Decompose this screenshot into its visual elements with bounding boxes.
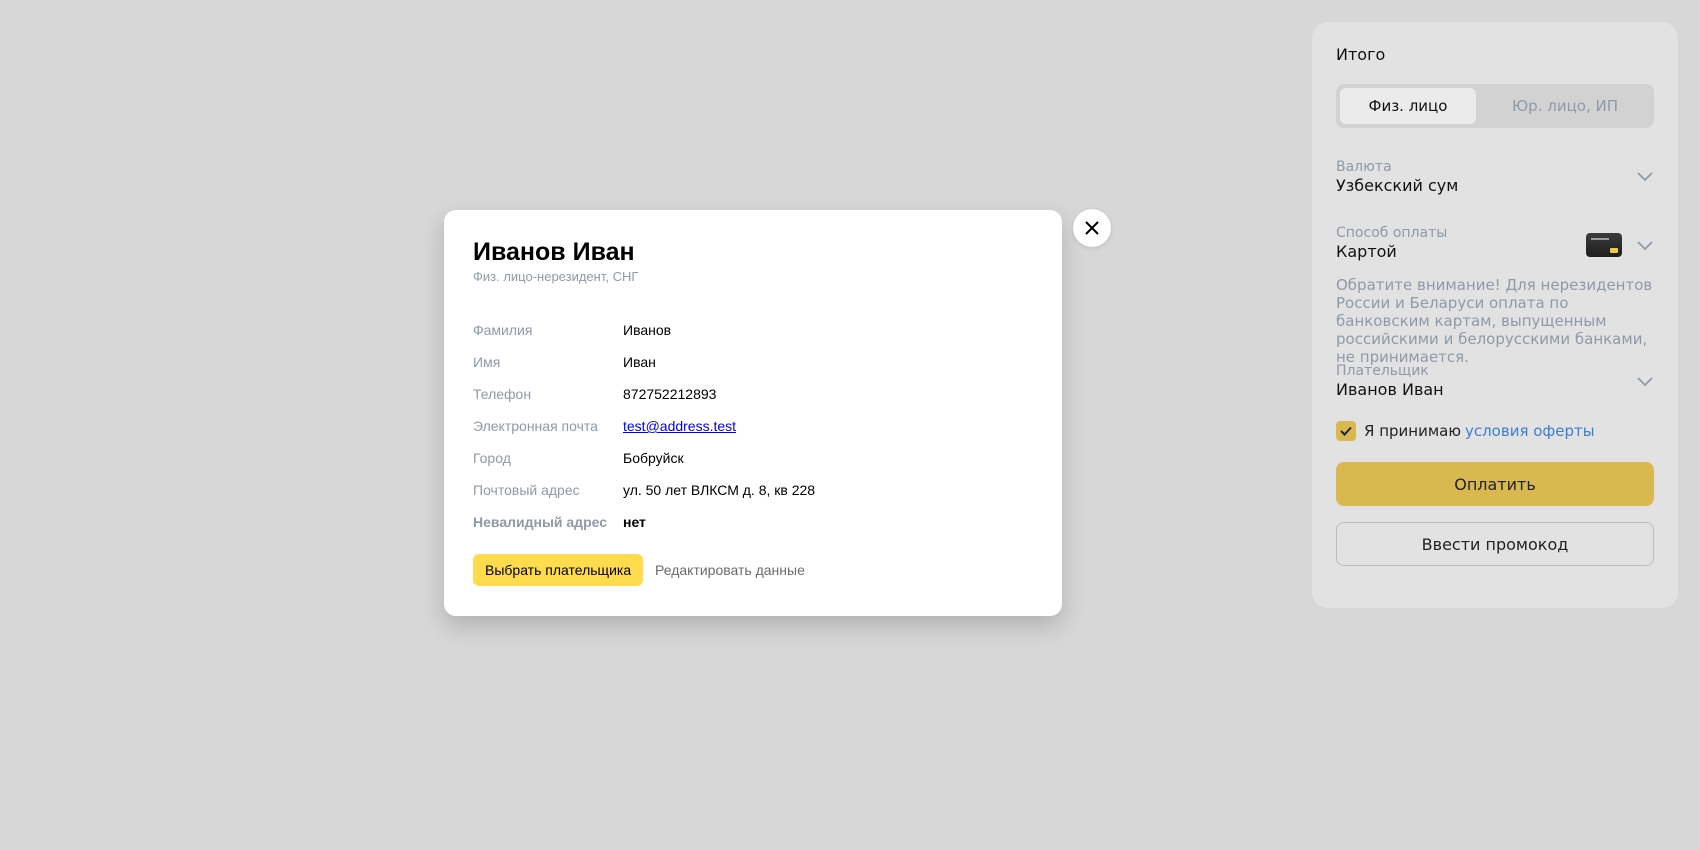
- payment-method-select[interactable]: Способ оплаты Картой: [1336, 224, 1654, 262]
- detail-label: Фамилия: [473, 322, 533, 338]
- chevron-down-icon: [1637, 241, 1653, 251]
- tab-individual[interactable]: Физ. лицо: [1340, 88, 1476, 124]
- edit-data-link[interactable]: Редактировать данные: [655, 562, 805, 578]
- detail-value: Иван: [623, 354, 656, 370]
- chevron-down-icon: [1637, 377, 1653, 387]
- currency-label: Валюта: [1336, 159, 1392, 175]
- detail-label: Невалидный адрес: [473, 514, 608, 530]
- tab-legal-entity[interactable]: Юр. лицо, ИП: [1480, 88, 1650, 124]
- chevron-down-icon: [1637, 172, 1653, 182]
- close-icon: [1085, 221, 1099, 235]
- offer-acceptance: Я принимаю условия оферты: [1336, 420, 1595, 442]
- payer-type-switch: Физ. лицо Юр. лицо, ИП: [1336, 84, 1654, 128]
- detail-label: Почтовый адрес: [473, 482, 580, 498]
- detail-value: 872752212893: [623, 386, 717, 402]
- detail-value: Иванов: [623, 322, 672, 338]
- payer-label: Плательщик: [1336, 363, 1429, 379]
- payment-notice: Обратите внимание! Для нерезидентов Росс…: [1336, 276, 1653, 366]
- payer-select[interactable]: Плательщик Иванов Иван: [1336, 362, 1654, 400]
- pay-button[interactable]: Оплатить: [1336, 462, 1654, 506]
- detail-row-invalid-address: Невалидный адрес нет: [473, 506, 815, 538]
- detail-label: Город: [473, 450, 511, 466]
- detail-row-surname: Фамилия Иванов: [473, 314, 815, 346]
- detail-value: ул. 50 лет ВЛКСМ д. 8, кв 228: [623, 482, 816, 498]
- bank-card-icon: [1586, 233, 1622, 257]
- currency-select[interactable]: Валюта Узбекский сум: [1336, 158, 1654, 196]
- payer-details-modal: Иванов Иван Физ. лицо-нерезидент, СНГ Фа…: [444, 210, 1062, 616]
- summary-panel: Итого Физ. лицо Юр. лицо, ИП Валюта Узбе…: [1312, 22, 1678, 608]
- checkmark-icon: [1340, 426, 1352, 436]
- detail-value: нет: [623, 514, 646, 530]
- close-modal-button[interactable]: [1073, 209, 1111, 247]
- payer-value: Иванов Иван: [1336, 380, 1444, 399]
- accept-text: Я принимаю: [1364, 422, 1461, 440]
- detail-value: Бобруйск: [623, 450, 684, 466]
- payer-details-list: Фамилия Иванов Имя Иван Телефон 87275221…: [473, 314, 815, 538]
- detail-row-email: Электронная почта test@address.test: [473, 410, 815, 442]
- detail-row-name: Имя Иван: [473, 346, 815, 378]
- detail-row-phone: Телефон 872752212893: [473, 378, 815, 410]
- detail-label: Телефон: [473, 386, 532, 402]
- accept-checkbox[interactable]: [1336, 421, 1356, 441]
- payer-type-subtitle: Физ. лицо-нерезидент, СНГ: [473, 269, 639, 284]
- detail-row-city: Город Бобруйск: [473, 442, 815, 474]
- email-link[interactable]: test@address.test: [623, 418, 736, 434]
- detail-label: Имя: [473, 354, 501, 370]
- payer-name-title: Иванов Иван: [473, 238, 635, 266]
- choose-payer-button[interactable]: Выбрать плательщика: [473, 554, 644, 586]
- summary-title: Итого: [1336, 45, 1386, 64]
- detail-row-postal-address: Почтовый адрес ул. 50 лет ВЛКСМ д. 8, кв…: [473, 474, 815, 506]
- promo-code-button[interactable]: Ввести промокод: [1336, 522, 1654, 566]
- offer-terms-link[interactable]: условия оферты: [1465, 422, 1595, 440]
- detail-label: Электронная почта: [473, 418, 598, 434]
- currency-value: Узбекский сум: [1336, 176, 1459, 195]
